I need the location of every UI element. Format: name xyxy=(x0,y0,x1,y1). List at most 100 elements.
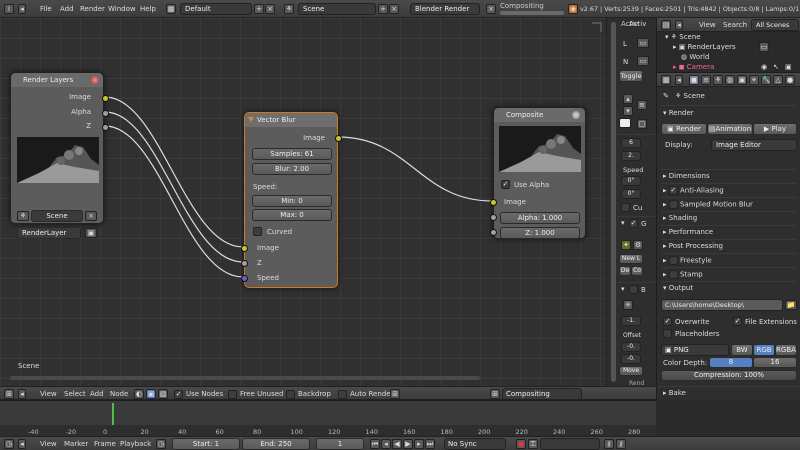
output-folder-icon[interactable]: 📁 xyxy=(785,300,797,310)
composite-node[interactable]: Composite ✓ Use Alpha Image Alpha: 1.000… xyxy=(490,107,586,239)
outliner-item-camera[interactable]: ▸ ◼ Camera xyxy=(673,63,714,71)
input-z-socket[interactable] xyxy=(241,260,248,267)
output-image-socket[interactable] xyxy=(102,95,109,102)
panel-output[interactable]: ▾ Output xyxy=(663,284,693,292)
modifiers-context-icon[interactable]: 🔧 xyxy=(761,75,771,85)
composite-z-socket[interactable] xyxy=(490,229,497,236)
keying-set-field[interactable] xyxy=(540,438,600,450)
screen-layout-icon[interactable]: ▦ xyxy=(166,4,176,14)
data-context-icon[interactable]: △ xyxy=(773,75,783,85)
menu-add[interactable]: Add xyxy=(60,5,74,13)
value-6-field[interactable]: 6 xyxy=(621,138,641,148)
start-frame-field[interactable]: Start: 1 xyxy=(172,438,240,450)
neg0-field[interactable]: -0. xyxy=(621,342,641,352)
freestyle-checkbox[interactable] xyxy=(668,256,678,265)
down-arrow-icon[interactable]: ▾ xyxy=(623,106,633,116)
timeline[interactable]: -40 -20 0 20 40 60 80 100 120 140 160 180 200 220 240 2… xyxy=(0,400,656,437)
prev-keyframe-icon[interactable]: ◂ xyxy=(381,439,391,449)
render-layers-context-icon[interactable]: ≡ xyxy=(701,75,711,85)
vector-blur-title[interactable]: Vector Blur xyxy=(245,113,337,127)
node-collapse-icon[interactable] xyxy=(248,117,254,122)
panel-post-processing[interactable]: ▸ Post Processing xyxy=(663,242,723,250)
vector-blur-node[interactable]: Vector Blur Image Samples: 61 Blur: 2.00… xyxy=(241,112,342,288)
outliner-menu-search[interactable]: Search xyxy=(723,21,747,29)
timeline-current-frame-marker[interactable] xyxy=(112,403,114,425)
auto-render-checkbox[interactable] xyxy=(338,390,347,399)
timeline-menu-frame[interactable]: Frame xyxy=(94,440,116,448)
node-menu-select[interactable]: Select xyxy=(64,390,86,398)
g-checkbox[interactable]: ✓ xyxy=(629,219,638,228)
node-tree-field[interactable]: Compositing xyxy=(502,388,582,400)
swatch-icon[interactable]: ▢ xyxy=(637,119,647,129)
color-bw-button[interactable]: BW xyxy=(731,344,753,356)
node-menu-node[interactable]: Node xyxy=(110,390,128,398)
scene-field[interactable]: Scene xyxy=(298,3,376,15)
info-editor-type-icon[interactable]: i xyxy=(4,4,14,14)
renderlayers-camera-icon[interactable]: ▭ xyxy=(759,42,769,52)
panel-shading[interactable]: ▸ Shading xyxy=(663,214,697,222)
outliner-menu-view[interactable]: View xyxy=(699,21,716,29)
menu-help[interactable]: Help xyxy=(140,5,156,13)
timeline-editor-icon[interactable]: ◷ xyxy=(4,439,14,449)
sync-mode-select[interactable]: No Sync xyxy=(444,438,506,450)
stamp-checkbox[interactable] xyxy=(668,270,678,279)
end-frame-field[interactable]: End: 250 xyxy=(242,438,310,450)
alpha-value-field[interactable]: Alpha: 1.000 xyxy=(500,212,580,224)
wand-icon[interactable]: ✦ xyxy=(621,240,631,250)
node-tree-icon[interactable]: ⊞ xyxy=(390,389,400,399)
render-layers-title[interactable]: Render Layers xyxy=(11,73,103,87)
z-value-field[interactable]: Z: 1.000 xyxy=(500,227,580,239)
depth-8-button[interactable]: 8 xyxy=(709,357,753,368)
toggle-button[interactable]: Toggle xyxy=(619,70,643,82)
stack-icon[interactable]: ≡ xyxy=(637,100,647,110)
curved-checkbox[interactable] xyxy=(253,227,262,236)
insert-keyframe-icon[interactable]: ⚷ xyxy=(604,439,614,449)
scene-icon[interactable]: ⚘ xyxy=(284,4,294,14)
timeline-collapse-icon[interactable]: ◂ xyxy=(18,439,26,449)
free-unused-checkbox[interactable] xyxy=(228,390,237,399)
pin-icon[interactable]: ✳ xyxy=(623,300,633,310)
b-panel-toggle[interactable]: ▾ xyxy=(621,285,625,293)
timeline-menu-marker[interactable]: Marker xyxy=(64,440,88,448)
white-swatch[interactable] xyxy=(619,118,631,128)
remove-scene-icon[interactable]: × xyxy=(389,4,399,14)
node-menu-view[interactable]: View xyxy=(40,390,57,398)
n-panel-scrollbar[interactable] xyxy=(611,22,616,382)
render-layer-render-icon[interactable]: ▣ xyxy=(85,228,97,238)
node-editor-hscroll[interactable] xyxy=(10,376,480,380)
outliner-item-scene[interactable]: ▾ ⚘ Scene xyxy=(665,33,701,41)
visibility-eye-icon[interactable]: ◉ xyxy=(761,63,767,71)
vector-blur-output-socket[interactable] xyxy=(335,135,342,142)
g-panel-toggle[interactable]: ▾ xyxy=(621,219,625,227)
render-layers-node[interactable]: Render Layers Image Alpha Z ⚘ Scene × Re… xyxy=(10,72,109,239)
de-button[interactable]: De xyxy=(619,266,631,276)
outliner-item-renderlayers[interactable]: ▸ ▣ RenderLayers xyxy=(673,43,736,51)
timeline-menu-playback[interactable]: Playback xyxy=(120,440,151,448)
collapse-menu-icon[interactable]: ◂ xyxy=(18,4,26,14)
play-button[interactable]: ▶ Play xyxy=(753,123,797,135)
menu-file[interactable]: File xyxy=(40,5,52,13)
node-menu-add[interactable]: Add xyxy=(90,390,104,398)
outliner-editor-icon[interactable]: ▤ xyxy=(661,20,671,30)
up-arrow-icon[interactable]: ▴ xyxy=(623,94,633,104)
screen-layout-field[interactable]: Default xyxy=(180,3,252,15)
output-alpha-socket[interactable] xyxy=(102,110,109,117)
shader-nodes-icon[interactable]: ◐ xyxy=(134,389,144,399)
play-reverse-icon[interactable]: ◀ xyxy=(392,439,402,449)
cu-checkbox[interactable] xyxy=(621,203,630,212)
file-extensions-checkbox[interactable]: ✓ xyxy=(733,317,742,326)
menu-render[interactable]: Render xyxy=(80,5,105,13)
outliner-filter-select[interactable]: All Scenes xyxy=(751,19,799,31)
panel-performance[interactable]: ▸ Performance xyxy=(663,228,713,236)
node-editor-type-icon[interactable]: ⊞ xyxy=(4,389,14,399)
file-format-select[interactable]: ▣ PNG xyxy=(661,344,729,356)
placeholders-checkbox[interactable] xyxy=(663,329,672,338)
depth-16-button[interactable]: 16 xyxy=(753,357,797,368)
speed-min-field[interactable]: Min: 0 xyxy=(252,195,332,207)
node-header-collapse-icon[interactable]: ◂ xyxy=(18,389,26,399)
pin-context-icon[interactable]: ✎ xyxy=(663,92,669,100)
composite-image-socket[interactable] xyxy=(490,199,497,206)
remove-screen-icon[interactable]: × xyxy=(265,4,275,14)
neg1-field[interactable]: -1. xyxy=(621,316,641,326)
b-checkbox[interactable] xyxy=(629,285,638,294)
